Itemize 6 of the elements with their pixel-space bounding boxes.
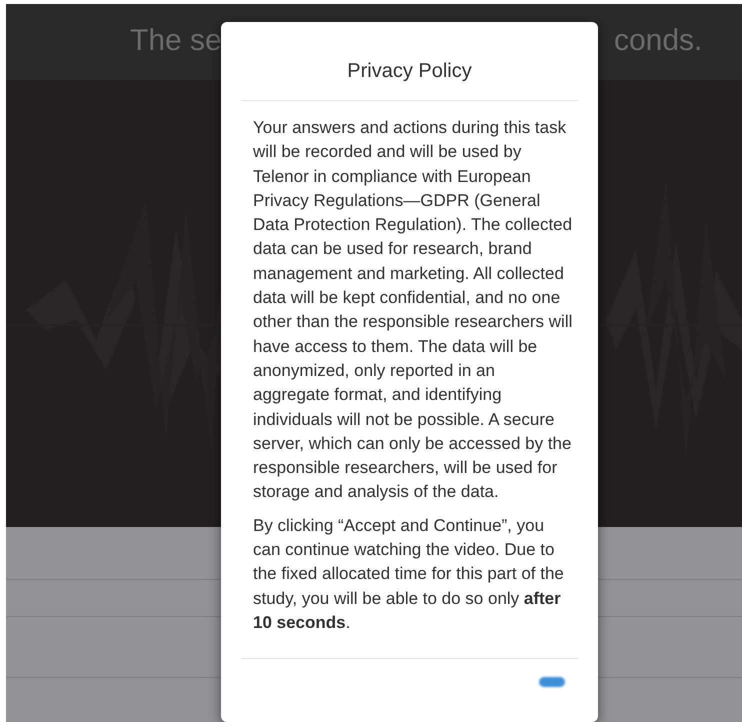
accept-button[interactable] bbox=[539, 677, 565, 688]
dialog-title: Privacy Policy bbox=[241, 22, 578, 101]
policy-paragraph: By clicking “Accept and Continue”, you can continue watching the video. Due to the fixed allocated time for this part of the study, you will be able to do so only after 10 seconds. bbox=[253, 514, 565, 634]
policy-paragraph: Your answers and actions during this task will be recorded and will be used by Telenor in compliance with European Privacy Regulations—GDPR (General Data Protection Regulation). The collected data can be used for research, brand management and marketing. All collected data will be kept confidential, and no one other than the responsible researchers will have access to them. The data will be anonymized, only reported in an aggregate format, and identifying individuals will not be possible. A secure server, which can only be accessed by the responsible researchers, will be used for storage and analysis of the data. bbox=[253, 117, 574, 504]
heading-text: The se bbox=[130, 24, 222, 58]
heading-text: conds. bbox=[614, 24, 702, 58]
